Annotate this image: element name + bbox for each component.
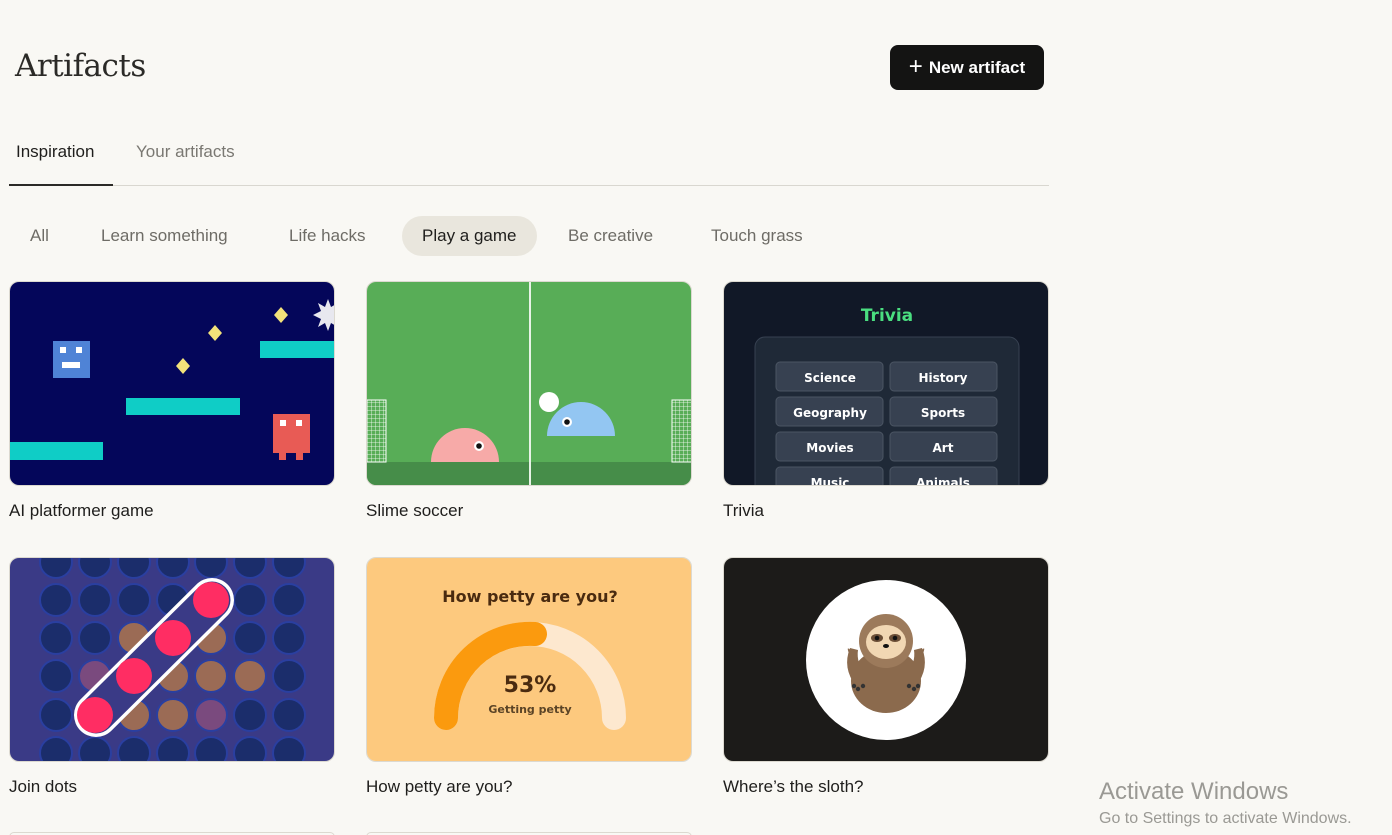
dot [233, 583, 267, 617]
dot [272, 583, 306, 617]
dot [117, 736, 151, 761]
dot [194, 736, 228, 761]
card-title: How petty are you? [366, 777, 513, 796]
watermark-subtitle: Go to Settings to activate Windows. [1099, 810, 1352, 827]
filter-play-a-game[interactable]: Play a game [402, 216, 537, 256]
card-join-dots[interactable]: Join dots [9, 557, 335, 797]
dot [272, 659, 306, 693]
card-wheres-the-sloth[interactable]: Where’s the sloth? [723, 557, 1049, 797]
connected-dot [193, 582, 229, 618]
trivia-category: Animals [916, 476, 970, 486]
card-slime-soccer[interactable]: Slime soccer [366, 281, 692, 521]
dot [272, 736, 306, 761]
dot [78, 583, 112, 617]
card-title: Slime soccer [366, 501, 464, 520]
card-title: Trivia [723, 501, 764, 520]
trivia-thumbnail: Trivia Science History Geography Sports … [723, 281, 1049, 486]
filter-all[interactable]: All [10, 216, 69, 256]
dot [39, 698, 73, 732]
tab-inspiration[interactable]: Inspiration [16, 142, 94, 162]
windows-activation-watermark: Activate Windows Go to Settings to activ… [1099, 778, 1352, 828]
dot [156, 698, 190, 732]
filter-be-creative[interactable]: Be creative [548, 216, 673, 256]
trivia-category: Music [811, 476, 850, 486]
connected-dot [116, 658, 152, 694]
filter-touch-grass[interactable]: Touch grass [691, 216, 823, 256]
connected-dot [77, 697, 113, 733]
new-artifact-label: New artifact [928, 57, 1026, 77]
dot [117, 583, 151, 617]
dot [39, 736, 73, 761]
dot [272, 698, 306, 732]
card-trivia[interactable]: Trivia Science History Geography Sports … [723, 281, 1049, 521]
card-title: Join dots [9, 777, 78, 796]
dot [39, 621, 73, 655]
filter-life-hacks[interactable]: Life hacks [269, 216, 386, 256]
tab-bar: Inspiration Your artifacts [9, 130, 1049, 186]
trivia-category: Geography [793, 406, 867, 420]
dot [39, 659, 73, 693]
dot [194, 659, 228, 693]
trivia-category: History [918, 371, 967, 385]
petty-percent: 53% [504, 673, 557, 698]
card-title: Where’s the sloth? [723, 777, 864, 796]
filter-learn-something[interactable]: Learn something [81, 216, 248, 256]
dot [78, 736, 112, 761]
petty-thumbnail: How petty are you? 53% Getting petty [366, 557, 692, 762]
dot [233, 698, 267, 732]
trivia-category: Science [804, 371, 856, 385]
platformer-thumbnail [9, 281, 335, 486]
trivia-category: Movies [806, 441, 853, 455]
plus-icon: + [908, 52, 923, 80]
dot [156, 736, 190, 761]
card-title: AI platformer game [9, 501, 154, 520]
watermark-title: Activate Windows [1099, 778, 1289, 805]
page-title: Artifacts [15, 48, 146, 84]
dot [233, 736, 267, 761]
trivia-category: Art [933, 441, 954, 455]
slime-soccer-thumbnail [366, 281, 692, 486]
connected-dot [155, 620, 191, 656]
join-dots-thumbnail [9, 557, 335, 762]
tab-your-artifacts[interactable]: Your artifacts [136, 142, 235, 162]
card-ai-platformer[interactable]: AI platformer game [9, 281, 335, 521]
dot [39, 583, 73, 617]
dot [194, 698, 228, 732]
petty-heading: How petty are you? [442, 587, 618, 606]
trivia-heading: Trivia [861, 306, 913, 326]
petty-status: Getting petty [488, 703, 571, 716]
trivia-category: Sports [921, 406, 965, 420]
new-artifact-button[interactable]: + New artifact [890, 45, 1044, 90]
dot [272, 621, 306, 655]
dot [233, 659, 267, 693]
card-how-petty[interactable]: How petty are you? 53% Getting petty How… [366, 557, 692, 797]
dot [233, 621, 267, 655]
sloth-thumbnail [723, 557, 1049, 762]
active-tab-indicator [9, 184, 113, 186]
dot [78, 621, 112, 655]
